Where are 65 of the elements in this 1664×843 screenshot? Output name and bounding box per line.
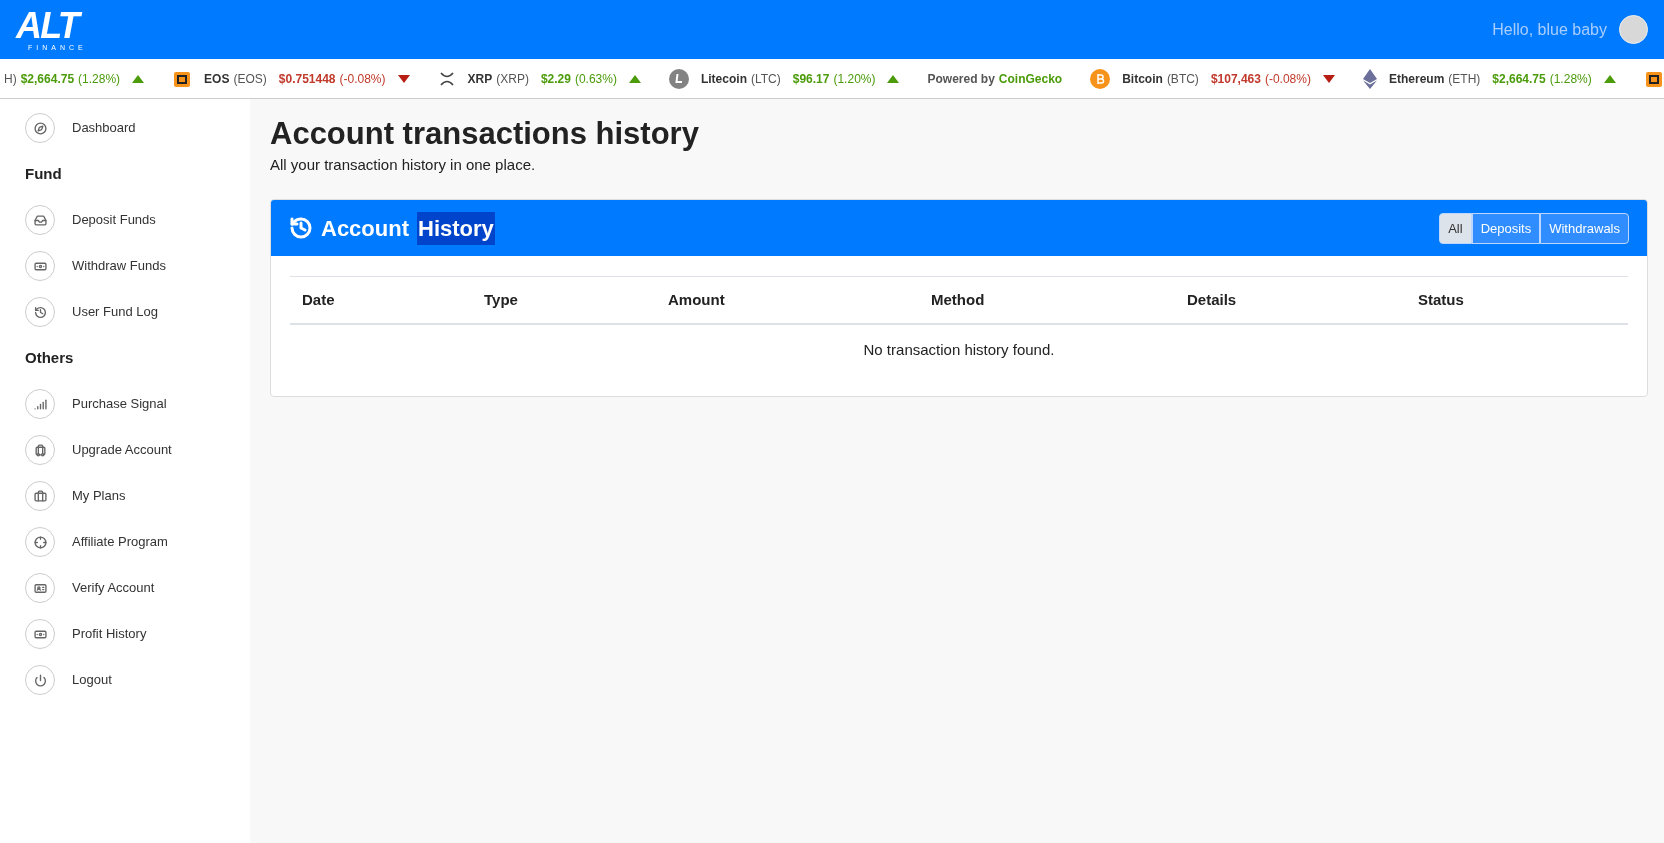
coin-price: $2.29 (540, 70, 571, 88)
coin-name: Litecoin (700, 70, 747, 88)
sidebar-item[interactable]: Verify Account (25, 565, 250, 611)
history-icon (289, 216, 313, 241)
crosshair-icon (33, 535, 47, 549)
coin-symbol: (LTC) (750, 70, 781, 88)
sidebar-heading: Others (25, 347, 75, 368)
compass-icon (33, 121, 47, 135)
coin-change: (0.63%) (574, 70, 617, 88)
suitcase-icon (33, 443, 47, 457)
coin-change: (1.28%) (78, 70, 121, 88)
coin-price: $0.751448 (278, 70, 336, 88)
page-title: Account transactions history (270, 115, 700, 153)
avatar[interactable] (1619, 15, 1648, 44)
sidebar-item[interactable]: Affiliate Program (25, 519, 250, 565)
column-header: Method (930, 290, 986, 310)
sidebar-item[interactable]: Deposit Funds (25, 197, 250, 243)
coin-name: EOS (204, 70, 230, 88)
empty-message: No transaction history found. (862, 340, 1056, 361)
page-subtitle: All your transaction history in one place. (270, 154, 537, 175)
coin-price: $2,664.75 (1492, 70, 1546, 88)
sidebar-item[interactable]: Purchase Signal (25, 381, 250, 427)
card-title: History (417, 211, 495, 245)
coin-price: $107,463 (1210, 70, 1261, 88)
column-header: Amount (667, 290, 726, 310)
coin-icon (1090, 68, 1111, 89)
coin-price: $96.17 (792, 70, 830, 88)
coin-symbol: (XRP) (496, 70, 529, 88)
coin-symbol: H) (4, 70, 17, 88)
sidebar-heading: Fund (25, 163, 63, 184)
coin-icon (668, 68, 689, 89)
column-header: Details (1186, 290, 1238, 310)
id-card-icon (33, 581, 47, 595)
coin-symbol: (EOS) (233, 70, 267, 88)
signal-icon (33, 397, 47, 411)
coin-price: $2,664.75 (20, 70, 75, 88)
sidebar-item[interactable]: Upgrade Account (25, 427, 250, 473)
column-header: Date (301, 290, 336, 310)
coin-change: (-0.08%) (1264, 70, 1311, 88)
coin-name: Bitcoin (1122, 70, 1163, 88)
sidebar-item[interactable]: Dashboard (25, 105, 250, 151)
sidebar-item[interactable]: Profit History (25, 611, 250, 657)
sidebar-item[interactable]: User Fund Log (25, 289, 250, 335)
column-header: Status (1417, 290, 1465, 310)
coin-change: (1.28%) (1549, 70, 1592, 88)
coin-change: (-0.08%) (339, 70, 386, 88)
inbox-icon (33, 213, 47, 227)
power-icon (33, 673, 47, 687)
sidebar-item[interactable]: Withdraw Funds (25, 243, 250, 289)
coin-name: Ethereum (1388, 70, 1445, 88)
credit-text: Powered by (927, 70, 995, 88)
card-title: Account (321, 214, 409, 243)
briefcase-icon (33, 489, 47, 503)
filter-tab[interactable]: All (1439, 212, 1472, 244)
coin-symbol: (BTC) (1166, 70, 1199, 88)
greeting-text: Hello, blue baby (1492, 19, 1607, 40)
coin-name: XRP (467, 70, 493, 88)
history-icon (33, 305, 47, 319)
coingecko-link[interactable]: CoinGecko (998, 69, 1063, 88)
column-header: Type (483, 290, 519, 310)
sidebar-item[interactable]: Logout (25, 657, 250, 703)
diamond-icon (1362, 68, 1377, 89)
coin-change: (1.20%) (833, 70, 876, 88)
sidebar-item[interactable]: My Plans (25, 473, 250, 519)
coin-symbol: (ETH) (1448, 70, 1481, 88)
